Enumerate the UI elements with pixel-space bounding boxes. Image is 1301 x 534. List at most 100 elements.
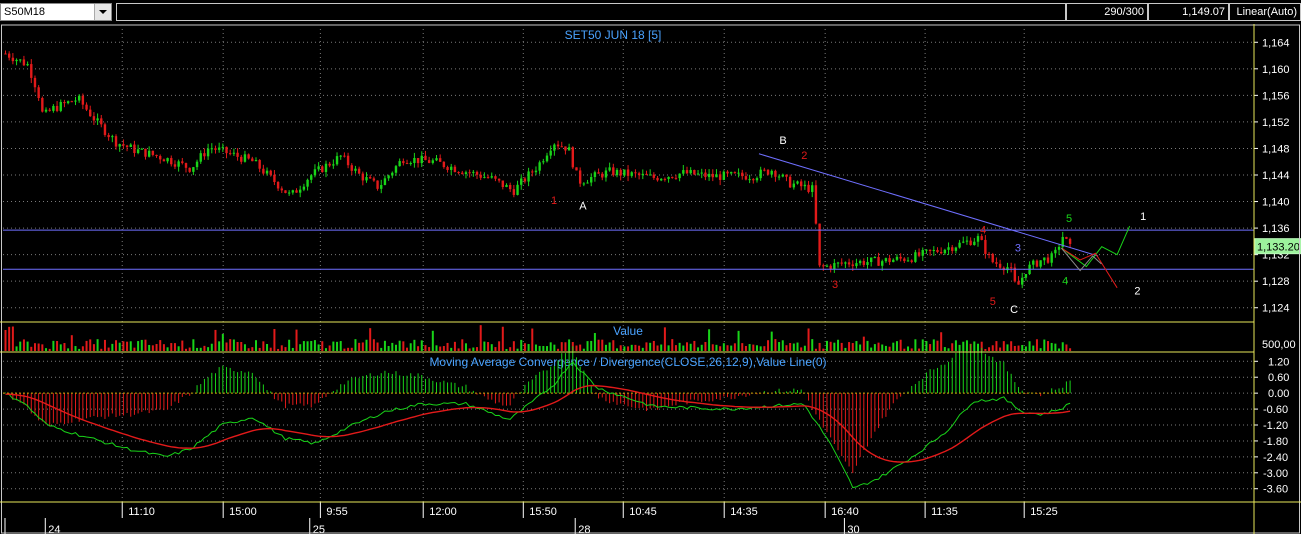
price-candle xyxy=(103,124,107,135)
price-candle xyxy=(159,156,162,160)
price-panel[interactable]: SET50 JUN 18 [5] 1 AB23435C5412 1,1641,16… xyxy=(3,28,1301,316)
volume-bar xyxy=(59,344,62,351)
price-candle xyxy=(122,144,125,146)
chart-canvas[interactable]: SET50 JUN 18 [5] 1 AB23435C5412 1,1641,16… xyxy=(0,24,1301,534)
volume-bar xyxy=(48,348,51,351)
price-candle xyxy=(324,163,328,173)
volume-bar xyxy=(932,339,935,351)
price-candle xyxy=(906,260,910,262)
price-candle xyxy=(236,152,239,157)
time-label: 9:55 xyxy=(326,506,347,518)
price-candle xyxy=(181,161,184,164)
price-candle xyxy=(741,172,744,177)
volume-bar xyxy=(708,329,711,351)
price-candle xyxy=(534,170,538,173)
volume-bar xyxy=(350,347,353,351)
price-candle xyxy=(166,158,169,162)
volume-bar xyxy=(822,348,825,351)
volume-bar xyxy=(424,345,427,351)
price-candle xyxy=(111,136,114,138)
volume-bar xyxy=(74,346,77,351)
volume-bar xyxy=(855,341,858,351)
price-candle xyxy=(567,147,571,151)
price-candle xyxy=(892,259,895,263)
volume-bar xyxy=(229,339,232,351)
volume-bar xyxy=(369,328,372,351)
price-candle xyxy=(44,109,48,112)
scale-mode-button[interactable]: Linear(Auto) xyxy=(1229,3,1301,21)
volume-bar xyxy=(918,348,921,351)
volume-bar xyxy=(118,342,121,351)
volume-bar xyxy=(711,344,714,351)
volume-bar xyxy=(1050,342,1053,351)
price-candle xyxy=(147,150,151,157)
volume-bar xyxy=(464,343,467,351)
volume-bar xyxy=(575,345,578,351)
price-trendline[interactable] xyxy=(758,153,1099,257)
price-candle xyxy=(321,166,324,173)
macd-y-tick: 0.00 xyxy=(1268,388,1289,400)
price-candle xyxy=(136,149,140,154)
price-candle xyxy=(903,258,906,262)
price-candle xyxy=(335,156,339,165)
price-candle xyxy=(630,172,633,176)
volume-bar xyxy=(332,341,335,351)
price-candle xyxy=(494,176,497,179)
price-candle xyxy=(556,144,560,147)
price-candle xyxy=(590,176,593,183)
price-y-tick: 1,148 xyxy=(1262,143,1290,155)
price-candle xyxy=(711,173,714,178)
time-axis[interactable]: 11:10 15:00 9:55 12:00 15:50 10:45 14:35 16:40 1… xyxy=(4,502,1058,534)
volume-bar xyxy=(413,339,416,351)
price-candle xyxy=(63,101,66,104)
volume-bar xyxy=(954,340,957,351)
symbol-dropdown-button[interactable] xyxy=(94,4,111,20)
price-candle xyxy=(383,178,387,186)
price-candle xyxy=(1057,246,1061,250)
price-candle xyxy=(450,166,453,170)
price-candle xyxy=(516,184,519,195)
price-candle xyxy=(969,240,972,246)
price-candle xyxy=(951,247,954,251)
price-candle xyxy=(391,172,394,176)
volume-bar xyxy=(328,345,331,351)
wave-label: 3 xyxy=(1015,242,1021,254)
volume-bar xyxy=(148,344,151,351)
price-horizontal-lines[interactable] xyxy=(3,229,1254,270)
price-candle xyxy=(15,59,18,62)
price-candle xyxy=(825,265,829,267)
price-candle xyxy=(936,249,939,252)
price-candle xyxy=(796,181,799,184)
symbol-selector[interactable]: S50M18 xyxy=(0,3,112,21)
price-candle xyxy=(287,192,291,194)
volume-bar xyxy=(715,344,718,351)
volume-bar xyxy=(129,341,132,351)
volume-bar xyxy=(730,345,733,351)
volume-bar xyxy=(1002,341,1005,351)
price-candle xyxy=(387,175,390,179)
volume-bar xyxy=(78,348,81,351)
volume-bar xyxy=(1039,348,1042,351)
volume-bar xyxy=(1035,339,1038,351)
price-candle xyxy=(869,257,873,263)
price-candle xyxy=(829,265,832,270)
volume-bar xyxy=(818,342,821,351)
price-y-tick: 1,144 xyxy=(1262,170,1290,182)
price-candle xyxy=(844,262,847,264)
wave-label: 1 xyxy=(551,195,557,207)
price-candle xyxy=(744,176,748,180)
volume-bar xyxy=(225,342,228,351)
volume-bar xyxy=(921,339,924,351)
volume-panel[interactable]: Value 500,00 xyxy=(4,324,1296,351)
price-candle xyxy=(483,176,486,178)
volume-bar xyxy=(406,347,409,351)
price-candle xyxy=(19,59,22,61)
volume-bar xyxy=(582,348,585,351)
volume-bar xyxy=(490,344,493,351)
price-y-axis[interactable]: 1,164 1,160 1,156 1,152 1,148 1,144 1,140 1,136… xyxy=(1254,37,1290,315)
price-candle xyxy=(678,173,681,179)
volume-bar xyxy=(671,339,674,351)
volume-bar xyxy=(505,348,508,351)
price-candle xyxy=(427,160,431,163)
price-candle xyxy=(733,172,737,174)
